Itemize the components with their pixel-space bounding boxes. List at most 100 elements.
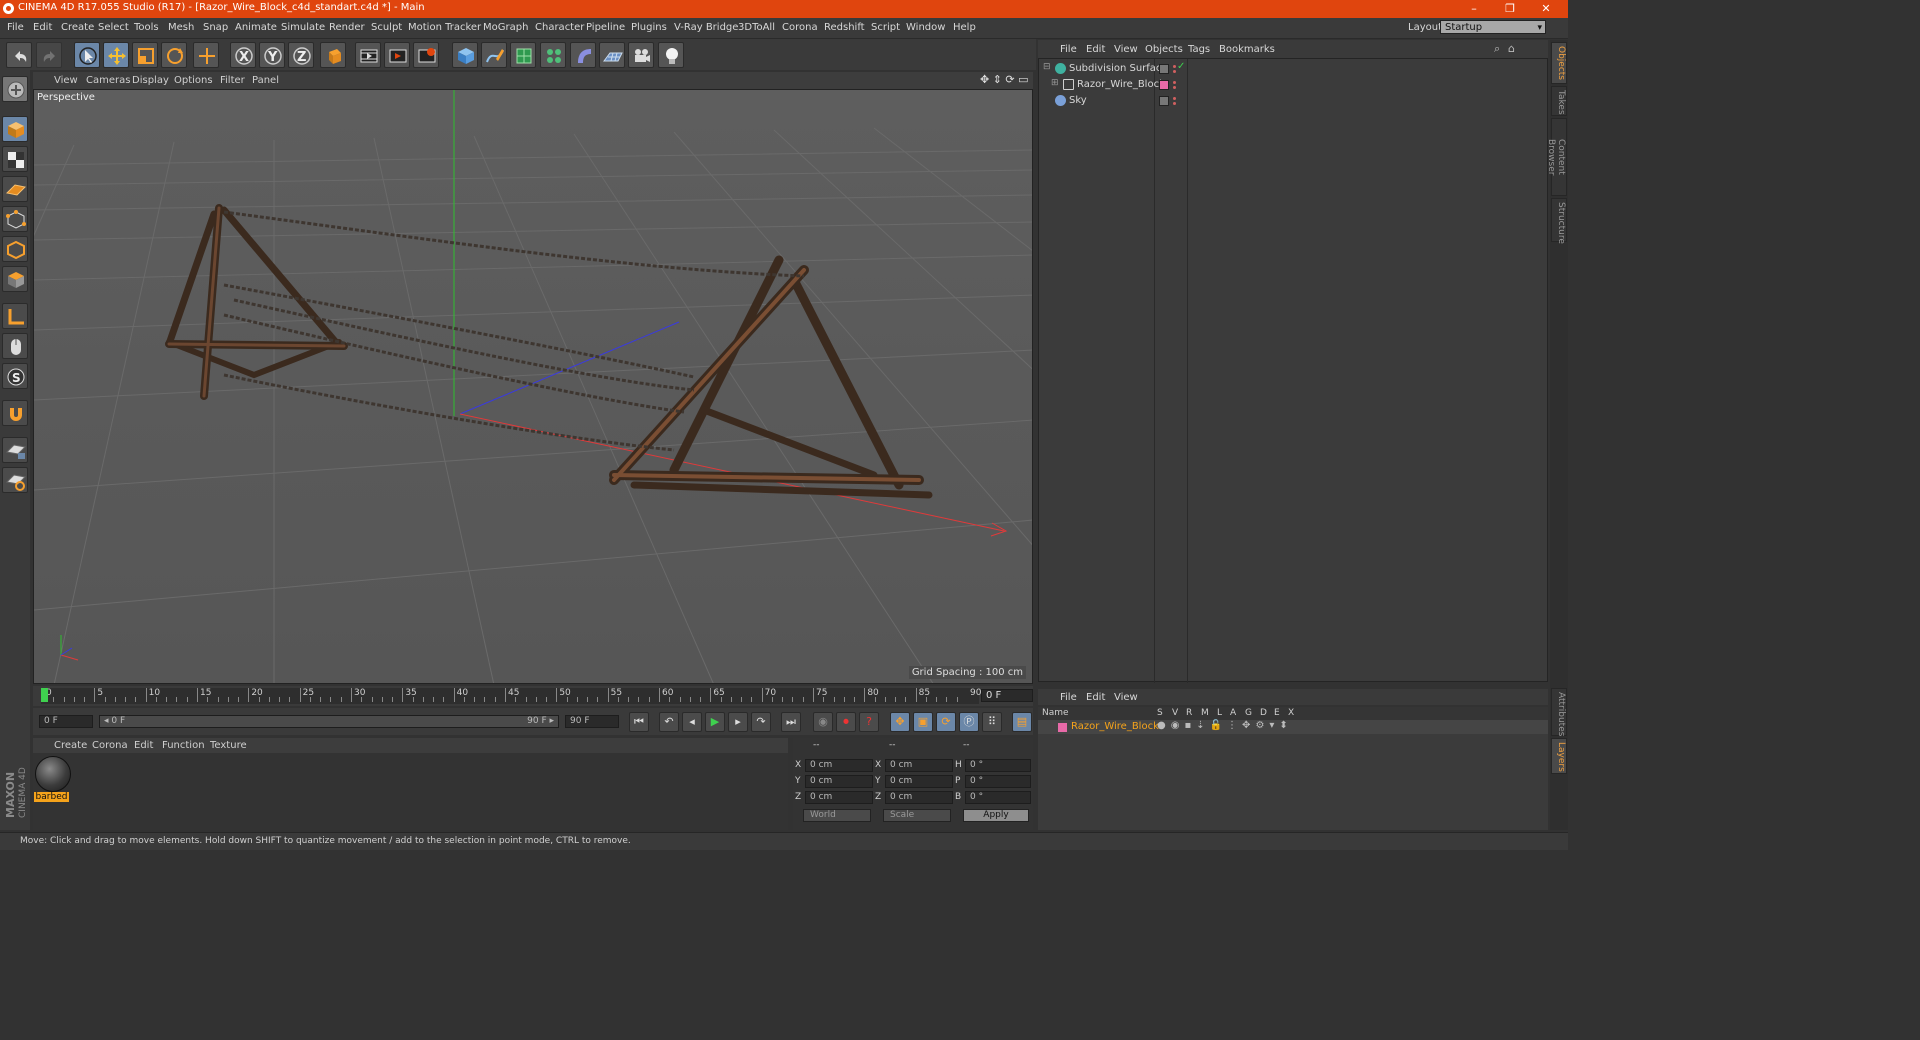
next-frame-button[interactable]: ▸ (728, 712, 748, 732)
editor-render-toggle-icon[interactable] (1159, 96, 1169, 106)
layer-col-expressions[interactable]: E (1274, 708, 1280, 718)
layer-col-visible[interactable]: V (1172, 708, 1178, 718)
visibility-dot-editor[interactable] (1173, 97, 1176, 100)
go-to-end-button[interactable]: ⏭ (781, 712, 801, 732)
viewport-navigation-icons[interactable]: ✥ ⇕ ⟳ ▭ (980, 73, 1029, 86)
expand-toggle-icon[interactable]: ⊞ (1051, 78, 1059, 88)
viewport-menu-display[interactable]: Display (132, 75, 169, 86)
layer-col-manager[interactable]: M (1201, 708, 1209, 718)
tab-layers[interactable]: Layers (1551, 738, 1567, 774)
layer-flag-icons[interactable]: ●◉▪⇣🔓⋮✥⚙▾⬍ (1157, 720, 1293, 731)
tab-takes[interactable]: Takes (1551, 86, 1567, 116)
tab-objects[interactable]: Objects (1551, 42, 1567, 84)
menu-window[interactable]: Window (906, 22, 945, 33)
layer-color-swatch[interactable] (1058, 723, 1067, 732)
object-manager-search-icon[interactable]: ⌕ (1494, 42, 1500, 56)
position-z-field[interactable]: 0 cm (805, 791, 873, 804)
expand-toggle-icon[interactable]: ⊟ (1043, 62, 1051, 72)
render-settings-button[interactable] (413, 42, 439, 68)
render-picture-viewer-button[interactable] (384, 42, 410, 68)
rotation-h-field[interactable]: 0 ° (965, 759, 1031, 772)
size-mode-select[interactable]: Scale (883, 809, 951, 822)
viewport-menu-view[interactable]: View (54, 75, 78, 86)
material-name-label[interactable]: barbed (34, 792, 69, 802)
minimize-button[interactable]: – (1456, 0, 1492, 18)
layer-row[interactable]: Razor_Wire_Block ●◉▪⇣🔓⋮✥⚙▾⬍ (1038, 720, 1548, 734)
layer-menu-file[interactable]: File (1060, 692, 1077, 703)
add-light-button[interactable] (658, 42, 684, 68)
menu-mograph[interactable]: MoGraph (483, 22, 528, 33)
visibility-dot-render[interactable] (1173, 70, 1176, 73)
make-editable-button[interactable] (2, 76, 28, 102)
tab-attributes[interactable]: Attributes (1551, 688, 1567, 736)
layer-col-animation[interactable]: A (1230, 708, 1236, 718)
object-menu-tags[interactable]: Tags (1188, 44, 1210, 55)
add-spline-pen-button[interactable] (481, 42, 507, 68)
material-menu-edit[interactable]: Edit (134, 740, 153, 751)
menu-script[interactable]: Script (871, 22, 900, 33)
material-menu-create[interactable]: Create (54, 740, 87, 751)
scale-tool-button[interactable] (132, 42, 158, 68)
add-subdivision-surface-button[interactable] (510, 42, 536, 68)
tab-structure[interactable]: Structure (1551, 198, 1567, 244)
timeline-ruler[interactable]: 0 5 10 15 20 25 30 35 40 45 50 55 60 65 70 75 80 85 90 0 F (33, 686, 1033, 706)
layer-col-name[interactable]: Name (1042, 708, 1069, 718)
solo-mode-button[interactable]: S (2, 363, 28, 389)
layer-col-locked[interactable]: L (1217, 708, 1222, 718)
x-axis-lock-button[interactable]: X (230, 42, 256, 68)
layer-col-deformers[interactable]: D (1260, 708, 1267, 718)
menu-select[interactable]: Select (98, 22, 129, 33)
layer-menu-view[interactable]: View (1114, 692, 1138, 703)
autokeying-button[interactable]: ⏺ (836, 712, 856, 732)
visibility-dot-render[interactable] (1173, 102, 1176, 105)
position-y-field[interactable]: 0 cm (805, 775, 873, 788)
position-x-field[interactable]: 0 cm (805, 759, 873, 772)
parameter-key-button[interactable]: Ⓟ (959, 712, 979, 732)
previous-key-button[interactable]: ↶ (659, 712, 679, 732)
render-view-button[interactable] (355, 42, 381, 68)
end-frame-field[interactable]: 90 F (565, 715, 619, 728)
record-keyframes-button[interactable]: ◉ (813, 712, 833, 732)
position-key-button[interactable]: ✥ (890, 712, 910, 732)
viewport-menu-options[interactable]: Options (174, 75, 213, 86)
rotation-b-field[interactable]: 0 ° (965, 791, 1031, 804)
y-axis-lock-button[interactable]: Y (259, 42, 285, 68)
live-selection-button[interactable] (74, 42, 100, 68)
tweak-mode-button[interactable] (2, 333, 28, 359)
scale-key-button[interactable]: ▣ (913, 712, 933, 732)
object-menu-bookmarks[interactable]: Bookmarks (1219, 44, 1275, 55)
add-camera-button[interactable] (628, 42, 654, 68)
lock-workplane-button[interactable] (2, 437, 28, 463)
planar-workplane-button[interactable] (2, 467, 28, 493)
point-level-animation-button[interactable]: ⠿ (982, 712, 1002, 732)
object-menu-view[interactable]: View (1114, 44, 1138, 55)
menu-sculpt[interactable]: Sculpt (371, 22, 402, 33)
menu-help[interactable]: Help (953, 22, 976, 33)
keyframe-selection-button[interactable]: ? (859, 712, 879, 732)
menu-pipeline[interactable]: Pipeline (586, 22, 625, 33)
viewport-menu-panel[interactable]: Panel (252, 75, 279, 86)
menu-render[interactable]: Render (329, 22, 365, 33)
go-to-start-button[interactable]: ⏮ (629, 712, 649, 732)
workplane-mode-button[interactable] (2, 176, 28, 202)
size-z-field[interactable]: 0 cm (885, 791, 953, 804)
menu-motion-tracker[interactable]: Motion Tracker (408, 22, 481, 33)
close-button[interactable]: ✕ (1528, 0, 1564, 18)
restore-button[interactable]: ❐ (1492, 0, 1528, 18)
move-tool-button[interactable] (103, 42, 129, 68)
layer-col-xref[interactable]: X (1288, 708, 1294, 718)
menu-simulate[interactable]: Simulate (281, 22, 325, 33)
rotation-key-button[interactable]: ⟳ (936, 712, 956, 732)
size-y-field[interactable]: 0 cm (885, 775, 953, 788)
object-menu-objects[interactable]: Objects (1145, 44, 1183, 55)
layer-menu-edit[interactable]: Edit (1086, 692, 1105, 703)
start-frame-field[interactable]: 0 F (39, 715, 93, 728)
add-mograph-cloner-button[interactable] (540, 42, 566, 68)
menu-plugins[interactable]: Plugins (631, 22, 667, 33)
material-menu-corona[interactable]: Corona (92, 740, 128, 751)
menu-character[interactable]: Character (535, 22, 584, 33)
play-button[interactable]: ▶ (705, 712, 725, 732)
last-tool-button[interactable] (193, 42, 219, 68)
object-menu-file[interactable]: File (1060, 44, 1077, 55)
points-mode-button[interactable] (2, 206, 28, 232)
